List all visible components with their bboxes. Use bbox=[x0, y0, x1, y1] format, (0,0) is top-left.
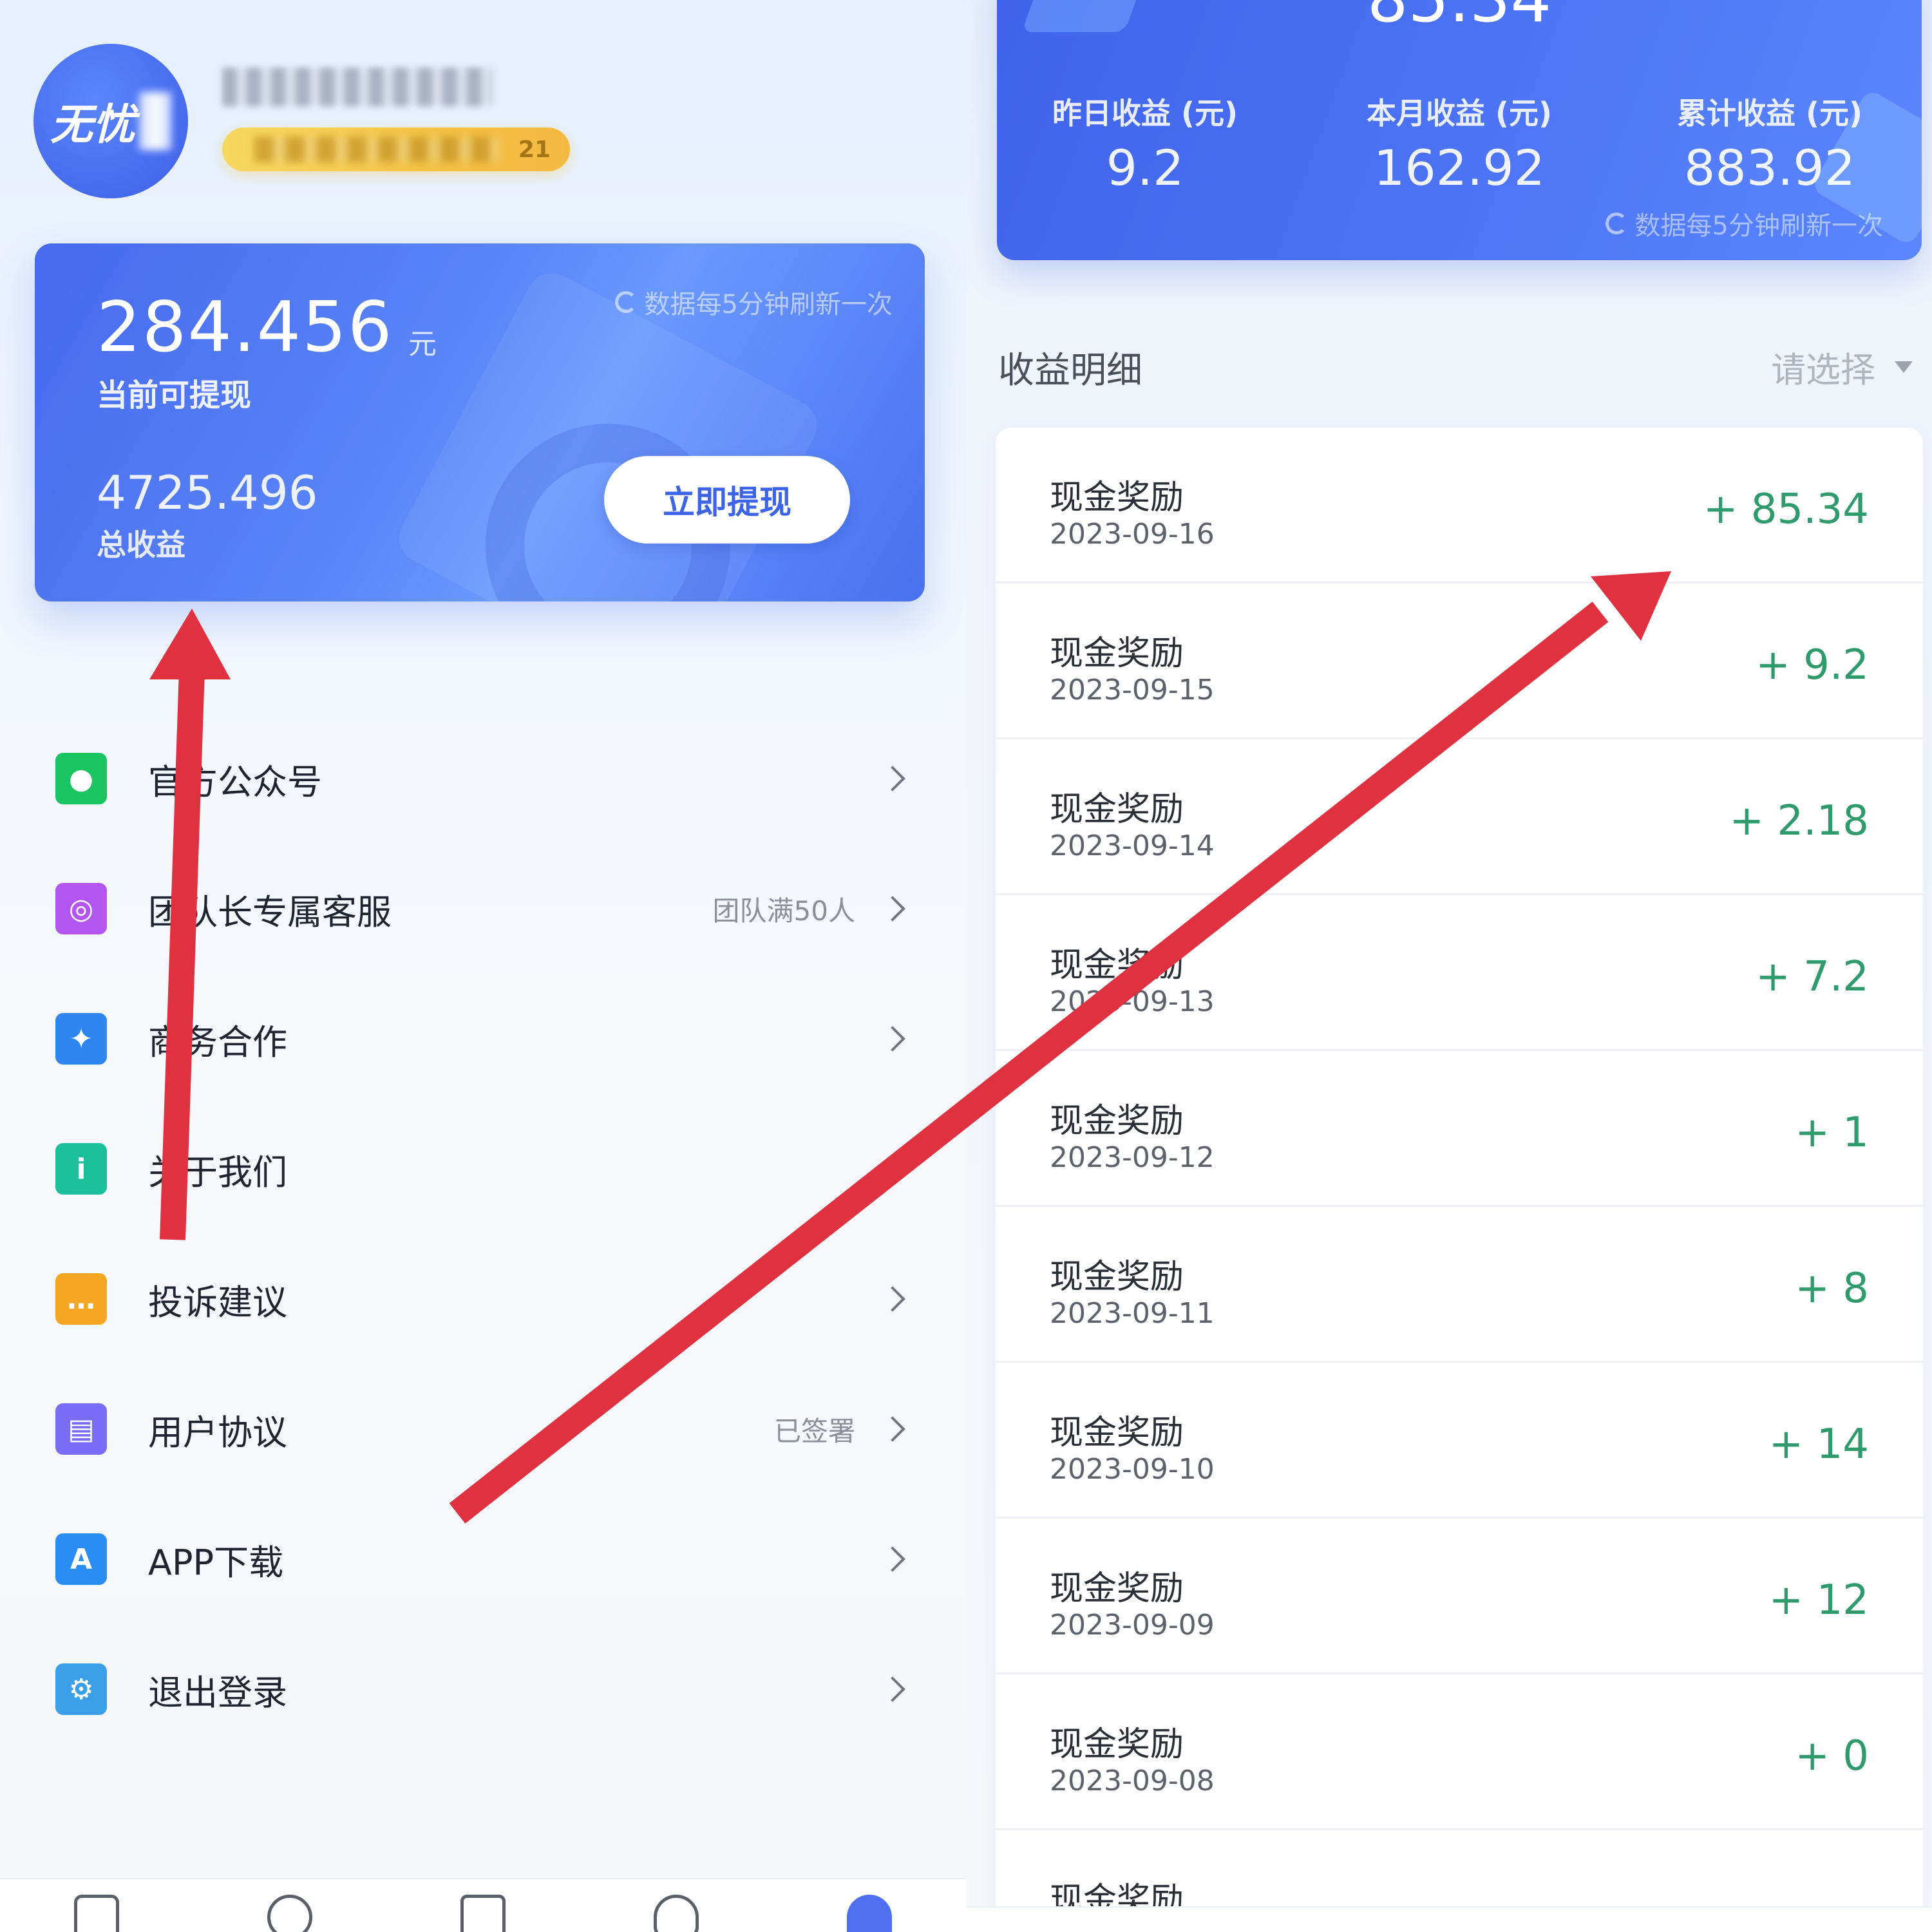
chevron-right-icon bbox=[880, 1546, 905, 1572]
list-item[interactable]: 现金奖励 2023-09-09 + 12 bbox=[996, 1519, 1923, 1674]
tab-messages[interactable] bbox=[454, 1879, 512, 1932]
list-item[interactable]: 现金奖励 2023-09-13 + 7.2 bbox=[996, 895, 1923, 1051]
refresh-icon bbox=[1605, 213, 1627, 234]
list-item[interactable]: 现金奖励 2023-09-11 + 8 bbox=[996, 1207, 1923, 1363]
balance-card: 数据每5分钟刷新一次 284.456 元 当前可提现 4725.496 总收益 … bbox=[35, 243, 925, 601]
avatar[interactable]: 无忧 bbox=[33, 44, 188, 198]
chevron-right-icon bbox=[880, 1026, 905, 1052]
withdraw-button[interactable]: 立即提现 bbox=[604, 456, 850, 544]
menu-item-extra: 团队满50人 bbox=[712, 895, 855, 927]
home-icon bbox=[74, 1895, 119, 1932]
menu-item-extra: 已签署 bbox=[773, 1415, 855, 1447]
menu-item-official-account[interactable]: ● 官方公众号 bbox=[0, 714, 966, 844]
today-earnings: 85.34 bbox=[997, 0, 1922, 37]
avatar-text: 无忧 bbox=[50, 100, 135, 149]
amount-unit: 元 bbox=[408, 328, 437, 361]
tab-earnings[interactable] bbox=[647, 1879, 705, 1932]
menu-item-user-agreement[interactable]: ▤ 用户协议 已签署 bbox=[0, 1364, 966, 1494]
total-income-label: 总收益 bbox=[97, 527, 185, 562]
profile-panel: 无忧 21 数据每5分钟刷新一次 284.456 元 当前可提现 4725.49… bbox=[0, 0, 966, 1932]
money-bag-icon bbox=[654, 1895, 699, 1932]
tab-team[interactable] bbox=[261, 1879, 319, 1932]
tab-mine[interactable] bbox=[840, 1879, 898, 1932]
mail-icon bbox=[460, 1895, 506, 1932]
earnings-panel: 85.34 昨日收益 (元) 9.2 本月收益 (元) 162.92 累计收益 … bbox=[966, 0, 1932, 1932]
chevron-right-icon bbox=[880, 766, 905, 791]
earnings-stats-card: 85.34 昨日收益 (元) 9.2 本月收益 (元) 162.92 累计收益 … bbox=[997, 0, 1922, 260]
menu-item-team-service[interactable]: ◎ 团队长专属客服 团队满50人 bbox=[0, 844, 966, 974]
handshake-icon: ✦ bbox=[55, 1013, 107, 1065]
list-item[interactable]: 现金奖励 2023-09-15 + 9.2 bbox=[996, 583, 1923, 739]
stat-yesterday: 昨日收益 (元) 9.2 bbox=[1052, 96, 1238, 196]
headset-icon: ◎ bbox=[55, 883, 107, 934]
document-icon: ▤ bbox=[55, 1403, 107, 1455]
menu-item-app-download[interactable]: A APP下载 bbox=[0, 1494, 966, 1624]
appstore-icon: A bbox=[55, 1533, 107, 1585]
chevron-right-icon bbox=[880, 1156, 905, 1182]
earnings-list: 现金奖励 2023-09-16 + 85.34 现金奖励 2023-09-15 … bbox=[996, 428, 1923, 1932]
chat-icon: … bbox=[55, 1273, 107, 1325]
menu-item-about[interactable]: i 关于我们 bbox=[0, 1104, 966, 1234]
list-item[interactable]: 现金奖励 2023-09-16 + 85.34 bbox=[996, 428, 1923, 583]
stat-total: 累计收益 (元) 883.92 bbox=[1676, 96, 1863, 196]
caret-down-icon bbox=[1895, 361, 1913, 373]
withdrawable-label: 当前可提现 bbox=[97, 377, 252, 413]
filter-select[interactable]: 请选择 bbox=[1771, 341, 1913, 392]
user-icon bbox=[267, 1895, 312, 1932]
settings-menu: ● 官方公众号 ◎ 团队长专属客服 团队满50人 ✦ 商务合作 i 关于我们 …… bbox=[0, 714, 966, 1754]
menu-item-logout[interactable]: ⚙ 退出登录 bbox=[0, 1624, 966, 1754]
withdrawable-amount: 284.456 bbox=[97, 287, 393, 368]
section-title: 收益明细 bbox=[998, 350, 1142, 392]
tab-home[interactable] bbox=[68, 1879, 126, 1932]
list-item[interactable]: 现金奖励 2023-09-08 + 0 bbox=[996, 1674, 1923, 1830]
list-item[interactable]: 现金奖励 2023-09-14 + 2.18 bbox=[996, 739, 1923, 895]
info-icon: i bbox=[55, 1143, 107, 1195]
refresh-note: 数据每5分钟刷新一次 bbox=[1605, 205, 1883, 242]
chevron-right-icon bbox=[880, 1676, 905, 1702]
wechat-icon: ● bbox=[55, 753, 107, 804]
username-blurred bbox=[222, 68, 493, 106]
list-item[interactable]: 现金奖励 2023-09-10 + 14 bbox=[996, 1363, 1923, 1519]
refresh-note: 数据每5分钟刷新一次 bbox=[614, 283, 893, 321]
total-income-amount: 4725.496 bbox=[97, 466, 318, 520]
chevron-right-icon bbox=[880, 896, 905, 922]
bottom-tab-bar bbox=[0, 1878, 966, 1932]
settings-icon: ⚙ bbox=[55, 1663, 107, 1715]
bottom-tab-bar bbox=[966, 1906, 1932, 1932]
vip-badge-suffix: 21 bbox=[518, 136, 551, 163]
stat-month: 本月收益 (元) 162.92 bbox=[1366, 96, 1553, 196]
chevron-right-icon bbox=[880, 1416, 905, 1442]
menu-item-feedback[interactable]: … 投诉建议 bbox=[0, 1234, 966, 1364]
refresh-icon bbox=[614, 291, 637, 313]
menu-item-business[interactable]: ✦ 商务合作 bbox=[0, 974, 966, 1104]
vip-badge[interactable]: 21 bbox=[222, 128, 570, 171]
chevron-right-icon bbox=[880, 1286, 905, 1312]
list-item[interactable]: 现金奖励 2023-09-12 + 1 bbox=[996, 1051, 1923, 1207]
profile-icon bbox=[847, 1895, 892, 1932]
